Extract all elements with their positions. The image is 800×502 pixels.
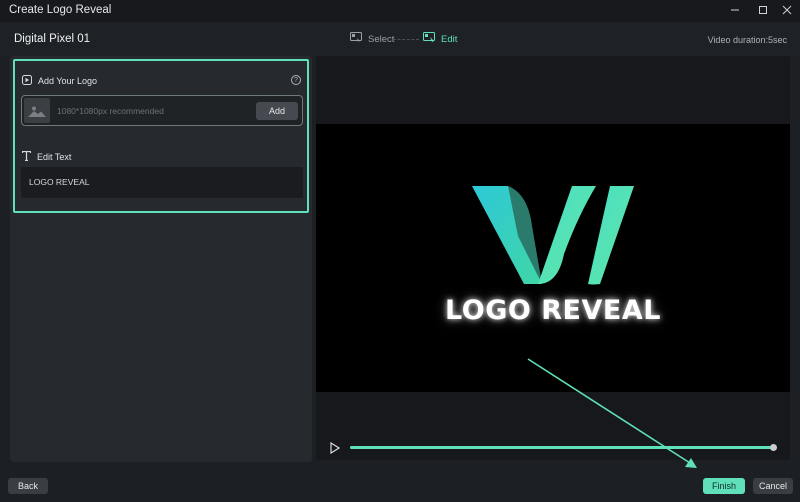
timeline-progress: [350, 446, 774, 449]
logo-mark-image: [472, 186, 634, 285]
edit-section: Add Your Logo ? 1080*1080px recommended …: [13, 59, 309, 213]
preview-logo-text: LOGO REVEAL: [445, 295, 661, 326]
step-select-label: Select: [368, 33, 395, 45]
editor-header: Digital Pixel 01 Select Edit Video durat…: [0, 22, 800, 56]
video-frame: LOGO REVEAL: [316, 124, 790, 392]
text-icon: [21, 150, 32, 163]
close-icon[interactable]: [772, 0, 800, 20]
finish-button[interactable]: Finish: [703, 478, 745, 494]
step-edit-label: Edit: [441, 33, 458, 45]
video-preview: LOGO REVEAL: [316, 56, 790, 460]
minimize-icon[interactable]: [720, 0, 750, 20]
logo-section-icon: [22, 75, 32, 87]
title-bar: Create Logo Reveal: [0, 0, 800, 22]
select-step-icon: [350, 32, 362, 46]
step-connector: [393, 39, 419, 40]
help-icon[interactable]: ?: [291, 75, 301, 85]
edit-panel: Add Your Logo ? 1080*1080px recommended …: [10, 56, 312, 462]
window-title: Create Logo Reveal: [9, 4, 112, 16]
logo-text-input[interactable]: LOGO REVEAL: [21, 167, 303, 198]
back-button[interactable]: Back: [8, 478, 48, 494]
edit-step-icon: [423, 32, 435, 46]
edit-text-label: Edit Text: [37, 152, 72, 162]
timeline-scrubber[interactable]: [350, 444, 777, 451]
image-placeholder-icon: [24, 98, 50, 123]
add-logo-button[interactable]: Add: [256, 102, 298, 120]
video-duration: Video duration:5sec: [707, 35, 787, 45]
step-edit[interactable]: Edit: [423, 32, 457, 46]
step-select[interactable]: Select: [350, 32, 394, 46]
logo-placeholder-text: 1080*1080px recommended: [57, 106, 164, 116]
add-logo-heading: Add Your Logo: [22, 75, 97, 87]
timeline-handle[interactable]: [770, 444, 777, 451]
playback-controls: [316, 436, 790, 460]
play-icon[interactable]: [330, 441, 341, 459]
logo-upload-field[interactable]: 1080*1080px recommended Add: [21, 95, 303, 126]
edit-text-heading: Edit Text: [21, 150, 72, 163]
add-logo-label: Add Your Logo: [38, 76, 98, 86]
cancel-button[interactable]: Cancel: [753, 478, 793, 494]
template-name: Digital Pixel 01: [14, 33, 91, 45]
logo-text-value: LOGO REVEAL: [29, 177, 90, 187]
